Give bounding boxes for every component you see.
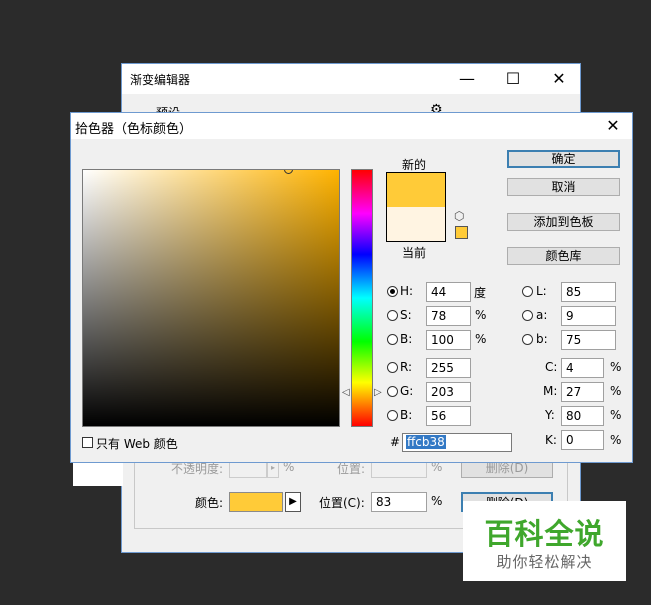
g-label: G: xyxy=(400,384,414,398)
h-label: H: xyxy=(400,284,414,298)
s-label: S: xyxy=(400,308,412,322)
hue-slider[interactable] xyxy=(351,169,373,427)
b-unit: % xyxy=(475,332,487,346)
web-safe-color-swatch[interactable] xyxy=(455,226,468,239)
blue-radio[interactable] xyxy=(387,410,398,421)
c-unit: % xyxy=(610,360,622,374)
m-input[interactable]: 27 xyxy=(561,382,604,402)
color-field[interactable] xyxy=(82,169,340,427)
web-only-checkbox[interactable] xyxy=(82,437,93,448)
m-label: M: xyxy=(543,384,558,398)
gradient-editor-title: 渐变编辑器 xyxy=(130,73,191,87)
g-input[interactable]: 203 xyxy=(426,382,471,402)
l-label: L: xyxy=(536,284,547,298)
b-input[interactable]: 100 xyxy=(426,330,471,350)
b-label: B: xyxy=(400,332,413,346)
cancel-button[interactable]: 取消 xyxy=(507,178,620,196)
minimize-button[interactable]: — xyxy=(444,64,490,94)
hex-value: ffcb38 xyxy=(406,435,446,449)
lab-b-label: b: xyxy=(536,332,548,346)
blue-input[interactable]: 56 xyxy=(426,406,471,426)
maximize-button[interactable]: ☐ xyxy=(490,64,536,94)
color-preview xyxy=(386,172,446,242)
gradient-editor-titlebar: 渐变编辑器 — ☐ ✕ xyxy=(122,64,580,94)
s-input[interactable]: 78 xyxy=(426,306,471,326)
b-radio[interactable] xyxy=(387,334,398,345)
m-unit: % xyxy=(610,384,622,398)
a-input[interactable]: 9 xyxy=(561,306,616,326)
current-color-label: 当前 xyxy=(402,246,427,260)
color-picker-dialog: 拾色器（色标颜色） ✕ ◁ ▷ 新的 当前 ⬡ 确定 取消 添加到色板 颜色库 … xyxy=(70,112,633,463)
hex-input[interactable]: ffcb38 xyxy=(402,433,512,452)
hue-gradient[interactable] xyxy=(352,170,372,426)
current-color-swatch[interactable] xyxy=(387,207,445,241)
close-button[interactable]: ✕ xyxy=(536,64,582,94)
hex-prefix: # xyxy=(390,435,401,449)
cube-icon[interactable]: ⬡ xyxy=(454,209,464,223)
watermark-title: 百科全说 xyxy=(484,517,605,551)
y-input[interactable]: 80 xyxy=(561,406,604,426)
position-unit: % xyxy=(431,494,443,508)
s-radio[interactable] xyxy=(387,310,398,321)
g-radio[interactable] xyxy=(387,386,398,397)
r-input[interactable]: 255 xyxy=(426,358,471,378)
k-unit: % xyxy=(610,433,622,447)
background-panel xyxy=(73,460,123,486)
color-swatch[interactable] xyxy=(229,492,283,512)
a-label: a: xyxy=(536,308,548,322)
color-picker-title: 拾色器（色标颜色） xyxy=(75,122,193,137)
saturation-brightness-gradient[interactable] xyxy=(83,170,339,426)
ok-button[interactable]: 确定 xyxy=(507,150,620,168)
color-picker-titlebar: 拾色器（色标颜色） ✕ xyxy=(71,113,632,139)
color-label: 颜色: xyxy=(195,496,224,510)
a-radio[interactable] xyxy=(522,310,533,321)
lab-b-input[interactable]: 75 xyxy=(561,330,616,350)
watermark: 百科全说 助你轻松解决 xyxy=(463,501,626,581)
watermark-subtitle: 助你轻松解决 xyxy=(496,553,593,571)
r-radio[interactable] xyxy=(387,362,398,373)
color-menu-arrow-icon[interactable]: ▶ xyxy=(285,492,301,512)
lab-b-radio[interactable] xyxy=(522,334,533,345)
s-unit: % xyxy=(475,308,487,322)
h-input[interactable]: 44 xyxy=(426,282,471,302)
hue-slider-left-arrow-icon[interactable]: ◁ xyxy=(342,388,350,398)
y-label: Y: xyxy=(545,408,555,422)
l-radio[interactable] xyxy=(522,286,533,297)
k-input[interactable]: 0 xyxy=(561,430,604,450)
color-position-input[interactable]: 83 xyxy=(371,492,427,512)
color-libraries-button[interactable]: 颜色库 xyxy=(507,247,620,265)
new-color-label: 新的 xyxy=(402,158,427,172)
hue-slider-right-arrow-icon[interactable]: ▷ xyxy=(374,388,382,398)
h-unit: 度 xyxy=(474,286,487,300)
r-label: R: xyxy=(400,360,413,374)
y-unit: % xyxy=(610,408,622,422)
blue-label: B: xyxy=(400,408,413,422)
web-only-label: 只有 Web 颜色 xyxy=(96,437,178,451)
close-icon[interactable]: ✕ xyxy=(598,113,628,139)
h-radio[interactable] xyxy=(387,286,398,297)
position-label: 位置(C): xyxy=(319,496,365,510)
c-input[interactable]: 4 xyxy=(561,358,604,378)
new-color-swatch xyxy=(387,173,445,207)
l-input[interactable]: 85 xyxy=(561,282,616,302)
add-to-swatches-button[interactable]: 添加到色板 xyxy=(507,213,620,231)
c-label: C: xyxy=(545,360,558,374)
k-label: K: xyxy=(545,433,557,447)
